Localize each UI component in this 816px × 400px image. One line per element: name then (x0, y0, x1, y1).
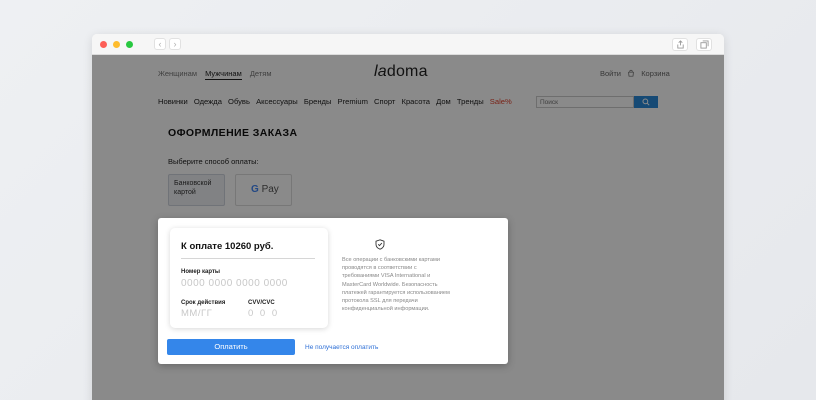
title-bar: ‹ › (92, 34, 724, 55)
expiry-field[interactable]: ММ/ГГ (181, 308, 212, 319)
back-button[interactable]: ‹ (154, 38, 166, 50)
expiry-label: Срок действия (181, 300, 226, 306)
close-window-button[interactable] (100, 41, 107, 48)
security-notice: Все операции с банковскими картами прово… (342, 257, 450, 313)
divider (181, 258, 315, 259)
payment-amount: К оплате 10260 руб. (181, 241, 274, 252)
shield-icon (375, 239, 385, 250)
share-icon (677, 40, 684, 49)
share-button[interactable] (672, 38, 688, 51)
payment-help-link[interactable]: Не получается оплатить (305, 344, 378, 351)
card-number-field[interactable]: 0000 0000 0000 0000 (181, 278, 288, 289)
pay-button[interactable]: Оплатить (167, 339, 295, 355)
cvv-label: CVV/CVC (248, 300, 275, 306)
forward-button[interactable]: › (169, 38, 181, 50)
cvv-field[interactable]: 0 0 0 (248, 308, 279, 319)
tabs-button[interactable] (696, 38, 712, 51)
minimize-window-button[interactable] (113, 41, 120, 48)
maximize-window-button[interactable] (126, 41, 133, 48)
card-number-label: Номер карты (181, 269, 221, 275)
card-form: К оплате 10260 руб. Номер карты 0000 000… (170, 228, 328, 328)
payment-modal: К оплате 10260 руб. Номер карты 0000 000… (158, 218, 508, 364)
tabs-icon (700, 40, 709, 49)
